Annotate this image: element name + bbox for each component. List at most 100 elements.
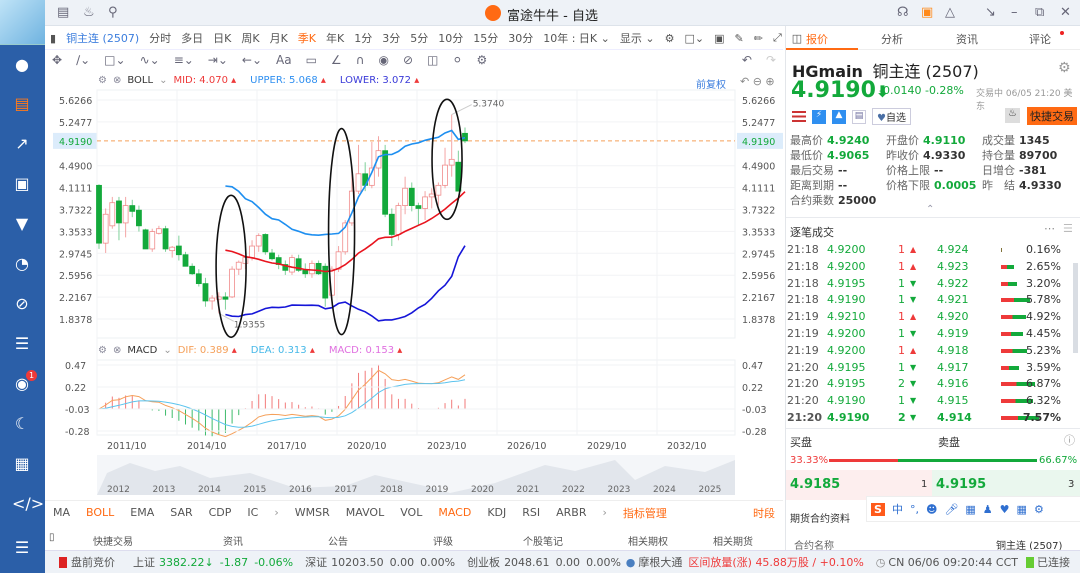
ask-price[interactable]: 4.9195 (936, 477, 986, 492)
period-tab[interactable]: 多日 (176, 30, 208, 46)
menu-icon[interactable]: ☰ (12, 538, 32, 558)
settings-icon[interactable]: ⚙ (1058, 60, 1071, 76)
period-tab[interactable]: 30分 (503, 30, 538, 46)
indicator-tab[interactable]: MACD (430, 506, 479, 519)
keyboard-icon[interactable]: ▦ (965, 503, 975, 516)
quote-tab[interactable]: 资讯 (956, 31, 978, 47)
hide-icon[interactable]: ⊘ (396, 53, 420, 67)
macd-name[interactable]: MACD (127, 345, 157, 356)
macd-close-icon[interactable]: ⊗ (113, 345, 121, 356)
period-tab[interactable]: 1分 (349, 30, 377, 46)
draw-settings-icon[interactable]: ⚙ (469, 53, 494, 67)
fib-tool-icon[interactable]: ≡⌄ (167, 53, 201, 67)
ime-toolbar[interactable]: S 中 °, ☻ 🎤︎ ▦ ♟ ♥ ▦ ⚙ (866, 496, 1080, 522)
macd-settings-icon[interactable]: ⚙ (98, 345, 107, 356)
info-icon[interactable]: ⓘ (1064, 432, 1075, 448)
lightning-icon[interactable]: ⚡ (812, 109, 826, 124)
watchlist-button[interactable]: ♥自选 (872, 108, 911, 125)
user-icon[interactable]: ● (12, 55, 32, 75)
period-tab[interactable]: 5分 (405, 30, 433, 46)
document-icon[interactable]: ☰ (12, 334, 32, 354)
indicator-tab[interactable]: MAVOL (338, 506, 392, 519)
redo-icon[interactable]: ↷ (759, 53, 783, 67)
period-tab[interactable]: 3分 (377, 30, 405, 46)
bag-icon[interactable]: ▣ (921, 5, 933, 20)
pie-chart-icon[interactable]: ◔ (12, 254, 32, 274)
indicator-tab[interactable]: RSI (514, 506, 548, 519)
alert-bell-icon[interactable]: ♨ (1005, 108, 1020, 123)
code-icon[interactable]: </> (12, 494, 44, 514)
indicator-close-icon[interactable]: ⊗ (113, 75, 121, 86)
pencil-icon[interactable]: ✏ (749, 32, 768, 45)
magnet-icon[interactable]: ∩ (349, 53, 372, 67)
bottom-tab[interactable]: 快捷交易 (93, 533, 133, 548)
indicator-tab[interactable]: WMSR (287, 506, 338, 519)
period-tab[interactable]: 日K (208, 30, 236, 46)
more-tools-icon[interactable]: ⚙ (1034, 503, 1044, 516)
bottom-tab[interactable]: 个股笔记 (523, 533, 563, 548)
note-icon[interactable]: ✎ (730, 32, 749, 45)
period-tab[interactable]: 分时 (144, 30, 176, 46)
list-icon[interactable]: ☰ (1063, 222, 1073, 235)
ime-mode[interactable]: 中 (892, 501, 903, 517)
indicator-tab[interactable]: MA (45, 506, 78, 519)
measure-tool-icon[interactable]: ⇥⌄ (201, 53, 235, 67)
bottom-tab[interactable]: 资讯 (223, 533, 243, 548)
rect-tool-icon[interactable]: □⌄ (97, 53, 132, 67)
user-icon[interactable]: ♟ (983, 503, 993, 516)
quote-tab[interactable]: 评论 (1029, 31, 1051, 47)
bottom-tab[interactable]: 评级 (433, 533, 453, 548)
restore-icon[interactable]: ⧉ (1035, 5, 1044, 20)
chevron-down-icon[interactable]: ⌄ (159, 75, 167, 86)
wave-tool-icon[interactable]: ∿⌄ (133, 53, 167, 67)
search-icon[interactable]: ⚲ (108, 5, 118, 20)
sh-label[interactable]: 上证 (133, 554, 155, 570)
indicator-settings-icon[interactable]: ⚙ (98, 75, 107, 86)
period-tab[interactable]: 年K (321, 30, 349, 46)
range-select[interactable]: 10年 : 日K ⌄ (538, 30, 615, 46)
moon-icon[interactable]: ☾ (12, 414, 32, 434)
close-icon[interactable]: ✕ (1060, 5, 1071, 20)
boll-name[interactable]: BOLL (127, 75, 153, 86)
undo-icon[interactable]: ↶ (735, 53, 759, 67)
link-icon[interactable]: ⚪ (445, 53, 469, 67)
trash-icon[interactable]: ◫ (420, 53, 445, 67)
broker-name[interactable]: 摩根大通 (638, 554, 682, 570)
arrow-tool-icon[interactable]: ←⌄ (235, 53, 269, 67)
quick-trade-button[interactable]: 快捷交易 (1027, 107, 1077, 125)
indicator-tab[interactable]: CDP (201, 506, 240, 519)
bottom-tab[interactable]: 相关期权 (628, 533, 668, 548)
indicator-tab[interactable]: EMA (122, 506, 162, 519)
indicator-tab[interactable]: VOL (392, 506, 430, 519)
fullscreen-icon[interactable]: ⤢ (768, 31, 787, 45)
device-icon[interactable]: ▯ (49, 532, 55, 543)
eye-icon[interactable]: ◉ (371, 53, 395, 67)
quote-tab[interactable]: 报价 (806, 31, 828, 47)
skin-icon[interactable]: ♥ (1000, 503, 1010, 516)
display-select[interactable]: 显示 ⌄ (615, 30, 660, 46)
line-tool-icon[interactable]: ∕⌄ (69, 53, 97, 67)
message-icon[interactable]: ◉ 1 (12, 370, 37, 394)
indicator-tab[interactable]: ARBR (548, 506, 594, 519)
settings-icon[interactable]: ⚙ (660, 32, 680, 45)
text-tool-icon[interactable]: Aa (269, 53, 299, 67)
more-icon[interactable]: ⋯ (1044, 222, 1055, 235)
chevron-right-icon[interactable]: › (266, 506, 286, 519)
symbol-label[interactable]: 铜主连 (2507) (61, 30, 144, 46)
panel-toggle-icon[interactable]: ▮ (45, 32, 61, 45)
doc-icon[interactable]: ▤ (852, 109, 866, 124)
watchlist-chart-icon[interactable]: ▤ (12, 94, 32, 114)
cy-label[interactable]: 创业板 (467, 554, 500, 570)
shirt-icon[interactable]: △ (945, 5, 955, 20)
chevron-right-icon[interactable]: › (594, 506, 614, 519)
camera-icon[interactable]: ▣ (709, 32, 729, 45)
market-trend-icon[interactable]: ↗ (12, 134, 32, 154)
period-tab[interactable]: 周K (236, 30, 264, 46)
zero-icon[interactable]: ⊘ (12, 294, 32, 314)
emoji-icon[interactable]: ☻ (926, 503, 937, 516)
indicator-tab[interactable]: KDJ (479, 506, 514, 519)
bell-icon[interactable]: ♨ (83, 5, 95, 20)
sz-label[interactable]: 深证 (305, 554, 327, 570)
bid-price[interactable]: 4.9185 (790, 477, 840, 492)
chevron-down-icon[interactable]: ⌄ (163, 345, 171, 356)
